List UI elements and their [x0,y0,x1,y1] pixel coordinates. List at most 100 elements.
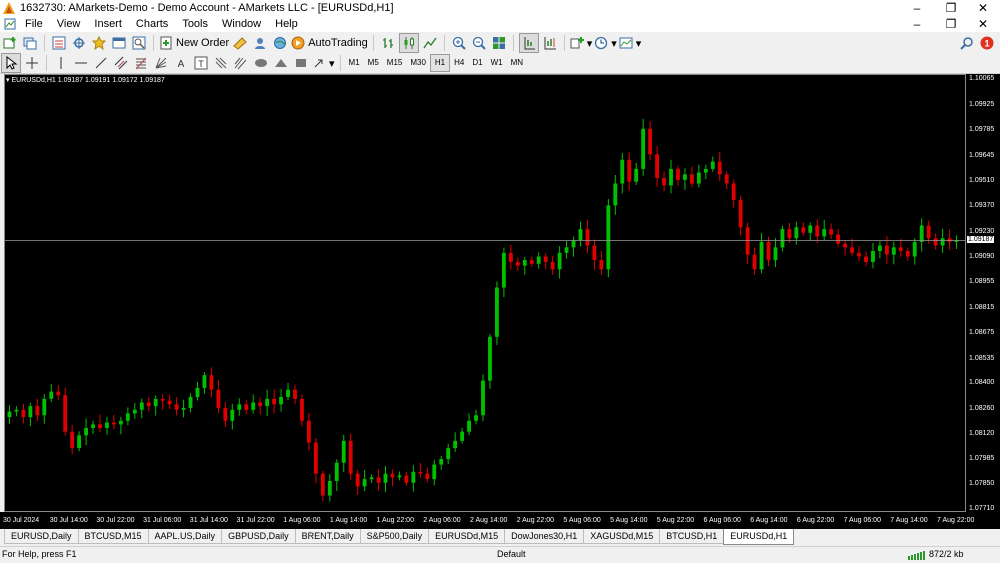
candle-bear [418,471,423,474]
chart-area[interactable] [4,74,966,512]
chart-restore-button[interactable]: ❐ [934,16,968,32]
market-watch-button[interactable] [50,34,68,52]
timeframe-h4[interactable]: H4 [450,55,468,71]
candlestick-chart-button[interactable] [398,33,419,53]
chart-shift-icon [544,37,556,50]
tab-xagusdd-m15[interactable]: XAGUSDd,M15 [583,529,661,544]
rectangle-button[interactable] [292,54,310,72]
menu-tools[interactable]: Tools [175,18,215,30]
text-label-button[interactable]: T [192,54,210,72]
price-axis[interactable] [966,74,1000,512]
tab-gbpusd-daily[interactable]: GBPUSD,Daily [221,529,296,544]
timeframe-m1[interactable]: M1 [345,55,364,71]
arrows-button[interactable]: ▾ [312,54,335,72]
menu-window[interactable]: Window [215,18,268,30]
candle-bear [112,422,116,425]
timeframe-m5[interactable]: M5 [364,55,383,71]
candlestick-chart[interactable] [4,74,966,512]
templates-button[interactable]: ▾ [619,34,641,52]
price-tick-label: 1.09230 [969,227,995,235]
text-button[interactable]: A [172,54,190,72]
market-button[interactable] [271,34,289,52]
trendline-button[interactable] [92,54,110,72]
restore-button[interactable]: ❐ [934,0,968,16]
fibonacci-button[interactable] [132,54,150,72]
candle-bear [550,261,555,270]
menu-file[interactable]: File [18,18,50,30]
auto-scroll-button[interactable] [518,33,539,53]
ellipse-button[interactable] [252,54,270,72]
horizontal-line-button[interactable] [72,54,90,72]
data-window-button[interactable] [70,34,88,52]
timeframe-m15[interactable]: M15 [383,55,407,71]
tile-windows-button[interactable] [490,34,508,52]
candle-bear [63,395,68,432]
tab-eurusdd-m15[interactable]: EURUSDd,M15 [428,529,506,544]
candle-bear [404,475,409,483]
signals-button[interactable] [251,34,269,52]
pitchfork-icon [234,57,247,70]
price-tick-label: 1.08260 [969,404,995,412]
fibo-fan-button[interactable] [152,54,170,72]
candle-bull [42,398,47,416]
zoom-in-button[interactable] [450,34,468,52]
search-button[interactable] [958,34,976,52]
line-chart-button[interactable] [421,34,439,52]
new-chart-button[interactable] [1,34,19,52]
gann-grid-button[interactable] [212,54,230,72]
notifications-button[interactable]: 1 [978,34,996,52]
price-tick-label: 1.08120 [969,430,995,438]
tab-eurusd-daily[interactable]: EURUSD,Daily [4,529,79,544]
candle-bull [634,168,639,182]
periods-button[interactable]: ▾ [594,34,617,52]
price-tick-label: 1.08675 [969,329,995,337]
metaeditor-button[interactable] [231,34,249,52]
triangle-button[interactable] [272,54,290,72]
terminal-button[interactable] [110,34,128,52]
timeframe-w1[interactable]: W1 [487,55,507,71]
menu-view[interactable]: View [50,18,88,30]
crosshair-button[interactable] [23,54,41,72]
minimize-button[interactable]: – [900,0,934,16]
templates-icon [619,37,633,49]
menu-help[interactable]: Help [268,18,305,30]
chart-close-button[interactable]: ✕ [966,16,1000,32]
chart-shift-button[interactable] [541,34,559,52]
cursor-button[interactable] [1,53,21,73]
equidistant-channel-button[interactable] [112,54,130,72]
timeframe-h1[interactable]: H1 [429,54,451,72]
chart-minimize-button[interactable]: – [900,16,934,32]
vertical-line-button[interactable] [52,54,70,72]
timeframe-d1[interactable]: D1 [468,55,486,71]
autotrading-button[interactable]: AutoTrading [291,34,368,52]
line-studies-toolbar: A T ▾ M1 M5 M15 M30 H1 H4 D1 W1 MN [0,53,1000,74]
tab-eurusdd-h1[interactable]: EURUSDd,H1 [723,529,795,545]
tab-brent-daily[interactable]: BRENT,Daily [294,529,361,544]
candle-bear [662,178,666,186]
zoom-out-button[interactable] [470,34,488,52]
candle-bull [49,391,54,399]
profiles-button[interactable] [21,34,39,52]
candlestick-icon [404,37,414,49]
close-button[interactable]: ✕ [966,0,1000,16]
new-order-button[interactable]: New Order [159,34,229,52]
indicators-button[interactable]: ▾ [570,34,592,52]
candle-bull [495,287,499,337]
strategy-tester-button[interactable] [130,34,148,52]
timeframe-mn[interactable]: MN [507,55,527,71]
bar-chart-button[interactable] [379,34,397,52]
candle-bull [411,471,416,483]
tab-dowjones30-h1[interactable]: DowJones30,H1 [504,529,585,544]
tab-aapl-daily[interactable]: AAPL.US,Daily [147,529,223,544]
navigator-button[interactable] [90,34,108,52]
menu-charts[interactable]: Charts [129,18,175,30]
toolbar-separator [44,35,45,51]
timeframe-m30[interactable]: M30 [406,55,430,71]
tab-btcusd-m15[interactable]: BTCUSD,M15 [77,529,149,544]
tab-btcusd-h1[interactable]: BTCUSD,H1 [659,529,725,544]
menu-insert[interactable]: Insert [87,18,129,30]
candle-bear [146,402,151,407]
pitchfork-button[interactable] [232,54,250,72]
tab-sp500-daily[interactable]: S&P500,Daily [359,529,430,544]
candle-bear [98,424,102,429]
